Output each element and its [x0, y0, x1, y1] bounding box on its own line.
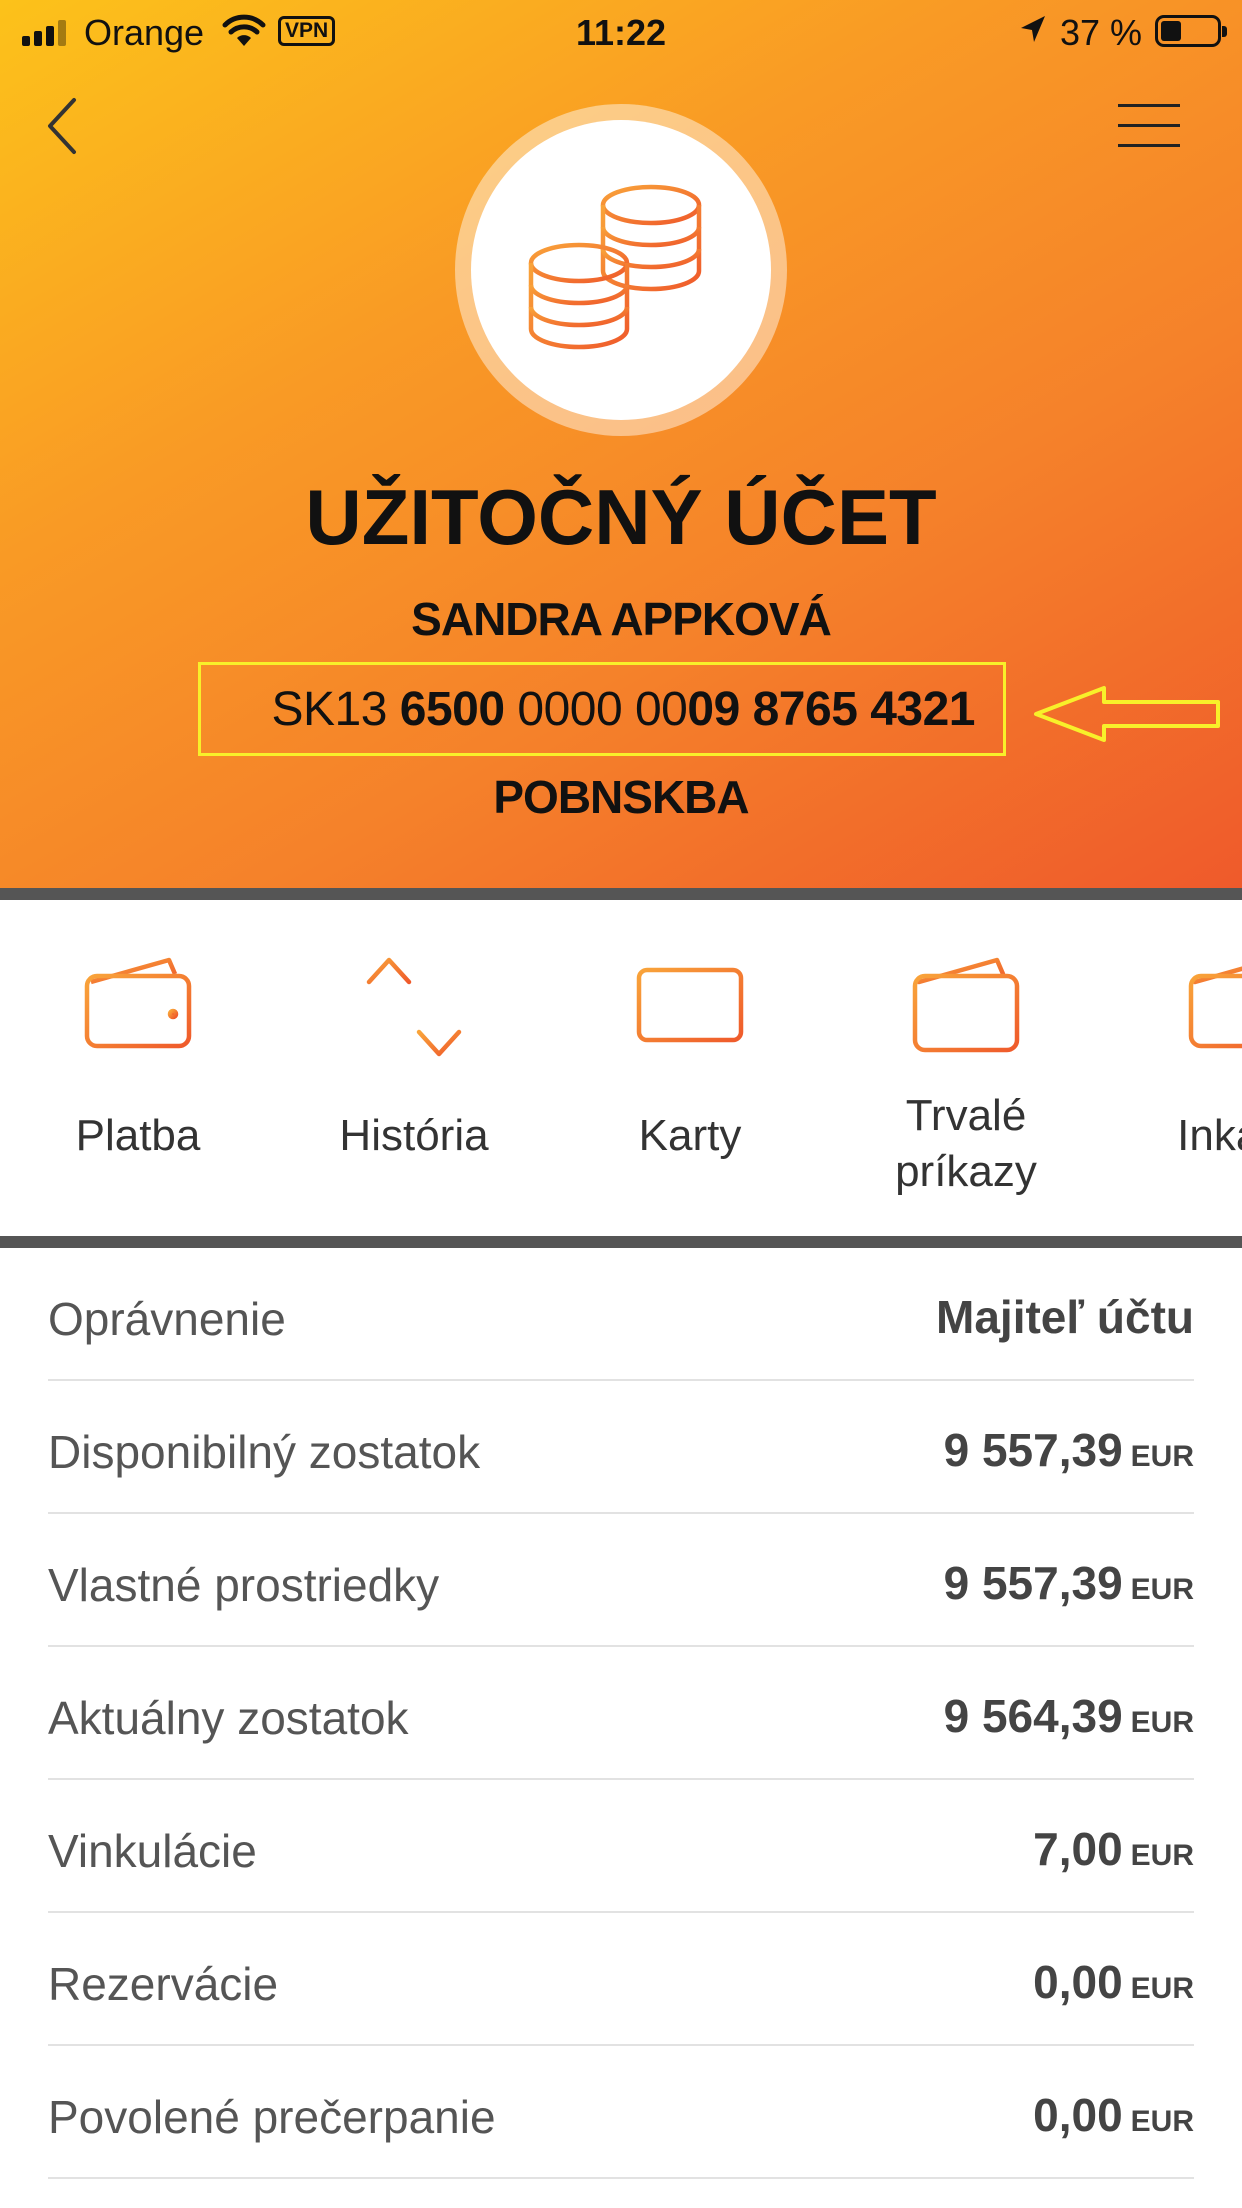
action-historia[interactable]: História: [276, 900, 552, 1236]
detail-row: Oprávnenie Majiteľ účtu: [48, 1248, 1194, 1381]
detail-value: 0,00 EUR: [1033, 2089, 1194, 2141]
action-label: Karty: [638, 1111, 742, 1160]
bank-swift-code: POBNSKBA: [493, 771, 749, 823]
iban-highlight: SK13 6500 0000 0009 8765 4321: [198, 662, 1006, 756]
action-label: História: [339, 1111, 489, 1160]
detail-value: 0,00 EUR: [1033, 1956, 1194, 2008]
actions-divider: [0, 1236, 1242, 1248]
status-bar: Orange VPN 11:22 37 %: [0, 0, 1242, 62]
status-time: 11:22: [575, 12, 667, 53]
detail-label: Vlastné prostriedky: [48, 1559, 440, 1611]
action-label: Inkasá: [1177, 1111, 1242, 1160]
detail-row: Disponibilný zostatok 9 557,39 EUR: [48, 1381, 1194, 1514]
action-label: Platba: [75, 1111, 201, 1160]
detail-value: 9 564,39 EUR: [943, 1690, 1194, 1742]
detail-row: Aktuálny zostatok 9 564,39 EUR: [48, 1647, 1194, 1780]
battery-icon: [1155, 15, 1227, 47]
standing-order-icon: [912, 957, 1020, 1053]
action-inkasa[interactable]: Inkasá: [1104, 900, 1242, 1236]
detail-value: Majiteľ účtu: [936, 1291, 1194, 1343]
account-details: Oprávnenie Majiteľ účtu Disponibilný zos…: [48, 1248, 1194, 2179]
detail-label: Oprávnenie: [48, 1293, 286, 1345]
battery-percent: 37 %: [1060, 12, 1143, 53]
detail-label: Povolené prečerpanie: [48, 2091, 496, 2143]
action-platba[interactable]: Platba: [0, 900, 276, 1236]
detail-value: 9 557,39 EUR: [943, 1557, 1194, 1609]
annotation-arrow-icon: [1034, 686, 1220, 742]
account-header: Orange VPN 11:22 37 % UŽITOČNÝ ÚČET SAND…: [0, 0, 1242, 888]
detail-value: 7,00 EUR: [1033, 1823, 1194, 1875]
action-karty[interactable]: Karty: [552, 900, 828, 1236]
coins-icon: [528, 184, 702, 350]
detail-label: Rezervácie: [48, 1958, 279, 2010]
detail-row: Vinkulácie 7,00 EUR: [48, 1780, 1194, 1913]
menu-button[interactable]: [1118, 100, 1184, 150]
account-title: UŽITOČNÝ ÚČET: [305, 473, 937, 561]
detail-label: Disponibilný zostatok: [48, 1426, 481, 1478]
quick-actions: Platba História Karty Trvalé príkazy Ink: [0, 900, 1242, 1236]
wallet-icon: [84, 957, 192, 1049]
detail-row: Rezervácie 0,00 EUR: [48, 1913, 1194, 2046]
location-arrow-icon: [1021, 16, 1045, 42]
header-divider: [0, 888, 1242, 900]
account-avatar: [455, 104, 787, 436]
direct-debit-icon: [1188, 966, 1242, 1049]
detail-row: Povolené prečerpanie 0,00 EUR: [48, 2046, 1194, 2179]
card-icon: [636, 967, 744, 1043]
detail-row: Vlastné prostriedky 9 557,39 EUR: [48, 1514, 1194, 1647]
detail-label: Vinkulácie: [48, 1825, 257, 1877]
transfer-arrows-icon: [366, 955, 462, 1059]
account-owner: SANDRA APPKOVÁ: [411, 593, 832, 645]
back-button[interactable]: [40, 92, 90, 162]
detail-label: Aktuálny zostatok: [48, 1692, 409, 1744]
action-label: Trvalé príkazy: [895, 1091, 1037, 1196]
iban-number[interactable]: SK13 6500 0000 0009 8765 4321: [271, 682, 975, 737]
detail-value: 9 557,39 EUR: [943, 1424, 1194, 1476]
action-trvale-prikazy[interactable]: Trvalé príkazy: [828, 900, 1104, 1236]
